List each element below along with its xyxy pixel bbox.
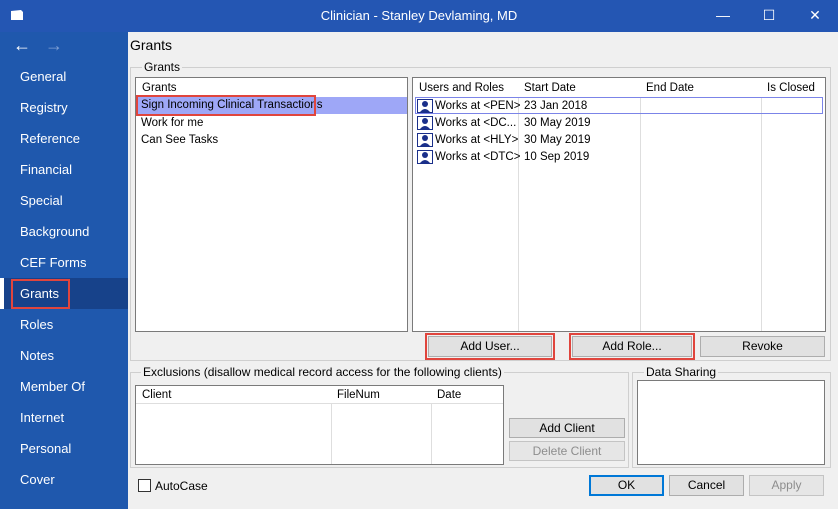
column-header-filenum: FileNum (337, 389, 380, 401)
minimize-button[interactable]: — (700, 0, 746, 32)
sidebar-item-financial[interactable]: Financial (0, 154, 128, 185)
sidebar-item-general[interactable]: General (0, 61, 128, 92)
grants-column-header: Grants (142, 82, 177, 94)
sidebar-item-label: Roles (20, 317, 54, 332)
cancel-button[interactable]: Cancel (669, 475, 744, 496)
column-divider (761, 97, 762, 331)
table-cell-user: Works at <PEN> (435, 100, 521, 112)
grants-group-label: Grants (142, 60, 183, 74)
sidebar-item-label: Background (20, 224, 90, 239)
apply-button[interactable]: Apply (749, 475, 824, 496)
data-sharing-list[interactable] (637, 380, 825, 465)
sidebar: ← → General Registry Reference Financial… (0, 32, 128, 509)
title-bar: Clinician - Stanley Devlaming, MD — ☐ ✕ (0, 0, 838, 32)
highlight-box (425, 333, 555, 360)
highlight-box (569, 333, 695, 360)
maximize-button[interactable]: ☐ (746, 0, 792, 32)
revoke-button[interactable]: Revoke (700, 336, 825, 357)
column-header-date: Date (437, 389, 462, 401)
list-item[interactable]: Can See Tasks (141, 134, 218, 146)
content-area: Grants Grants Grants Sign Incoming Clini… (128, 32, 838, 509)
selection-indicator (0, 278, 4, 309)
user-role-icon (417, 99, 433, 113)
table-cell-start: 10 Sep 2019 (524, 151, 590, 163)
sidebar-item-label: Personal (20, 441, 72, 456)
forward-arrow-icon[interactable]: → (40, 34, 68, 58)
add-client-button[interactable]: Add Client (509, 418, 625, 438)
column-header-is-closed: Is Closed (767, 82, 815, 94)
autocase-checkbox[interactable] (138, 479, 151, 492)
column-header-end-date: End Date (646, 82, 694, 94)
table-cell-user: Works at <DTC> (435, 151, 521, 163)
column-divider (331, 403, 332, 464)
grants-list[interactable]: Grants Sign Incoming Clinical Transactio… (135, 77, 408, 332)
sidebar-item-label: Reference (20, 131, 80, 146)
sidebar-item-label: Cover (20, 472, 55, 487)
user-role-icon (417, 133, 433, 147)
sidebar-item-label: Financial (20, 162, 73, 177)
sidebar-item-label: Registry (20, 100, 68, 115)
sidebar-item-cef-forms[interactable]: CEF Forms (0, 247, 128, 278)
column-divider (518, 97, 519, 331)
autocase-label: AutoCase (155, 479, 208, 493)
sidebar-item-label: Notes (20, 348, 54, 363)
close-button[interactable]: ✕ (792, 0, 838, 32)
highlight-box (136, 95, 316, 116)
sidebar-item-reference[interactable]: Reference (0, 123, 128, 154)
column-divider (640, 97, 641, 331)
sidebar-item-special[interactable]: Special (0, 185, 128, 216)
header-divider (136, 403, 503, 404)
user-role-icon (417, 150, 433, 164)
column-divider (431, 403, 432, 464)
sidebar-item-label: General (20, 69, 67, 84)
sidebar-item-label: Internet (20, 410, 65, 425)
sidebar-item-personal[interactable]: Personal (0, 433, 128, 464)
sidebar-item-label: CEF Forms (20, 255, 87, 270)
list-item[interactable]: Work for me (141, 117, 203, 129)
table-cell-start: 30 May 2019 (524, 117, 591, 129)
sidebar-item-member-of[interactable]: Member Of (0, 371, 128, 402)
data-sharing-group-label: Data Sharing (644, 365, 719, 379)
exclusions-group-label: Exclusions (disallow medical record acce… (141, 365, 504, 379)
sidebar-item-internet[interactable]: Internet (0, 402, 128, 433)
sidebar-item-notes[interactable]: Notes (0, 340, 128, 371)
column-header-client: Client (142, 389, 172, 401)
sidebar-item-label: Member Of (20, 379, 86, 394)
nav-row: ← → (0, 32, 128, 60)
delete-client-button[interactable]: Delete Client (509, 441, 625, 461)
sidebar-item-background[interactable]: Background (0, 216, 128, 247)
page-title: Grants (130, 37, 173, 53)
sidebar-item-grants[interactable]: Grants (0, 278, 128, 309)
column-header-start-date: Start Date (524, 82, 576, 94)
sidebar-item-registry[interactable]: Registry (0, 92, 128, 123)
user-role-icon (417, 116, 433, 130)
table-cell-start: 23 Jan 2018 (524, 100, 588, 112)
table-cell-start: 30 May 2019 (524, 134, 591, 146)
column-header-users-roles: Users and Roles (419, 82, 505, 94)
sidebar-item-label: Grants (20, 286, 60, 301)
table-cell-user: Works at <HLY> (435, 134, 519, 146)
exclusions-table[interactable]: Client FileNum Date (135, 385, 504, 465)
back-arrow-icon[interactable]: ← (8, 34, 36, 58)
table-cell-user: Works at <DC... (435, 117, 517, 129)
ok-button[interactable]: OK (589, 475, 664, 496)
users-roles-table[interactable]: Users and Roles Start Date End Date Is C… (412, 77, 826, 332)
sidebar-item-roles[interactable]: Roles (0, 309, 128, 340)
sidebar-item-cover[interactable]: Cover (0, 464, 128, 495)
sidebar-item-label: Special (20, 193, 63, 208)
